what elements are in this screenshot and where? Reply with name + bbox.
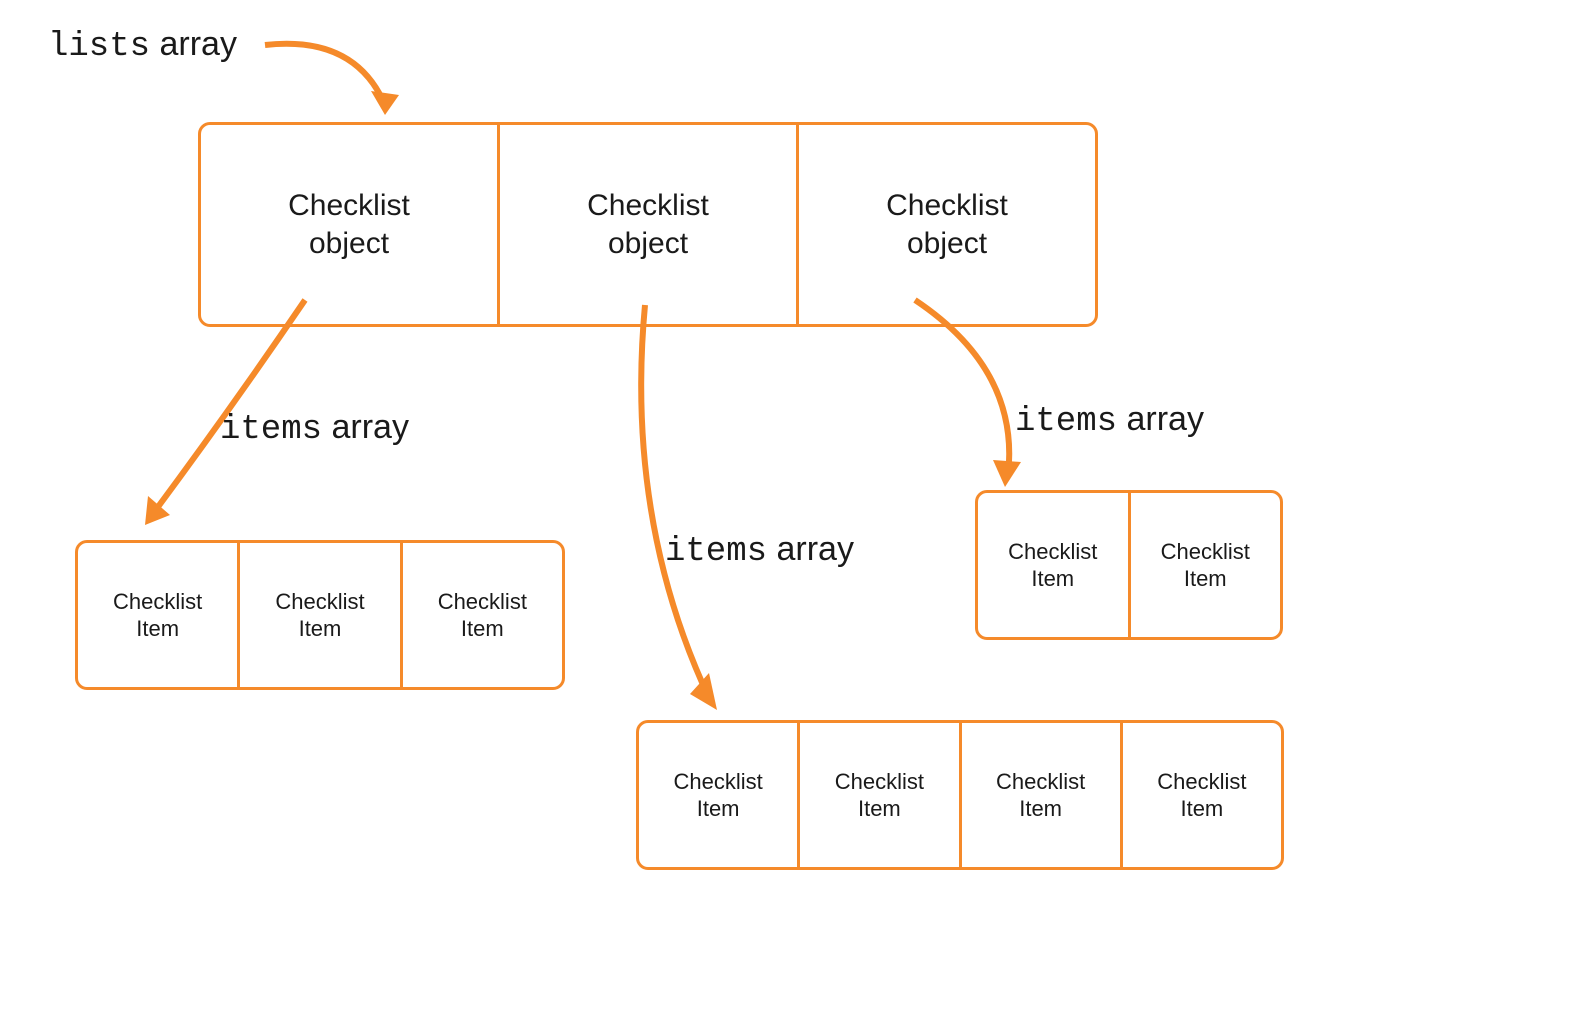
arrow-lists-to-top [255, 25, 415, 135]
items-mono-right: items [1015, 403, 1117, 441]
items-array-label-right: items array [1015, 400, 1204, 441]
checklist-item-cell: Checklist Item [978, 493, 1131, 637]
lists-mono: lists [48, 28, 150, 66]
items-array-label-middle: items array [665, 530, 854, 571]
checklist-item-cell: Checklist Item [1123, 723, 1281, 867]
items-rest-middle: array [767, 530, 854, 568]
checklist-item-cell: Checklist Item [639, 723, 800, 867]
items-mono-middle: items [665, 533, 767, 571]
checklist-item-cell: Checklist Item [800, 723, 961, 867]
checklist-item-cell: Checklist Item [78, 543, 240, 687]
items-rest-right: array [1117, 400, 1204, 438]
checklist-object-cell: Checklist object [500, 125, 799, 324]
checklist-item-cell: Checklist Item [1131, 493, 1281, 637]
items-rest-left: array [322, 408, 409, 446]
lists-array-label: lists array [48, 25, 237, 66]
items-mono-left: items [220, 411, 322, 449]
arrow-top-to-middle [615, 300, 775, 730]
checklist-item-cell: Checklist Item [240, 543, 402, 687]
items-array-box-right: Checklist Item Checklist Item [975, 490, 1283, 640]
items-array-box-left: Checklist Item Checklist Item Checklist … [75, 540, 565, 690]
checklist-item-cell: Checklist Item [962, 723, 1123, 867]
lists-rest: array [150, 25, 237, 63]
items-array-box-middle: Checklist Item Checklist Item Checklist … [636, 720, 1284, 870]
checklist-item-cell: Checklist Item [403, 543, 562, 687]
items-array-label-left: items array [220, 408, 409, 449]
